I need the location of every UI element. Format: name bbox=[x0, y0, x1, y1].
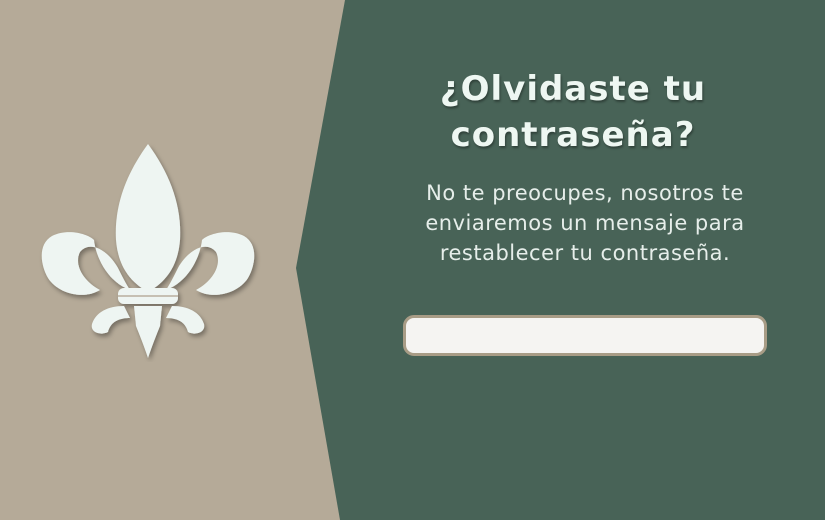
page-title: ¿Olvidaste tu contraseña? bbox=[400, 66, 746, 158]
title-line-1: ¿Olvidaste tu bbox=[439, 69, 707, 109]
instruction-line-2: enviaremos un mensaje para bbox=[425, 211, 745, 235]
instruction-line-1: No te preocupes, nosotros te bbox=[426, 181, 744, 205]
fleur-de-lis-icon bbox=[41, 144, 255, 358]
title-line-2: contraseña? bbox=[450, 115, 696, 155]
email-input[interactable] bbox=[403, 315, 767, 356]
instruction-line-3: restablecer tu contraseña. bbox=[439, 241, 731, 265]
instruction-text: No te preocupes, nosotros te enviaremos … bbox=[395, 178, 775, 268]
